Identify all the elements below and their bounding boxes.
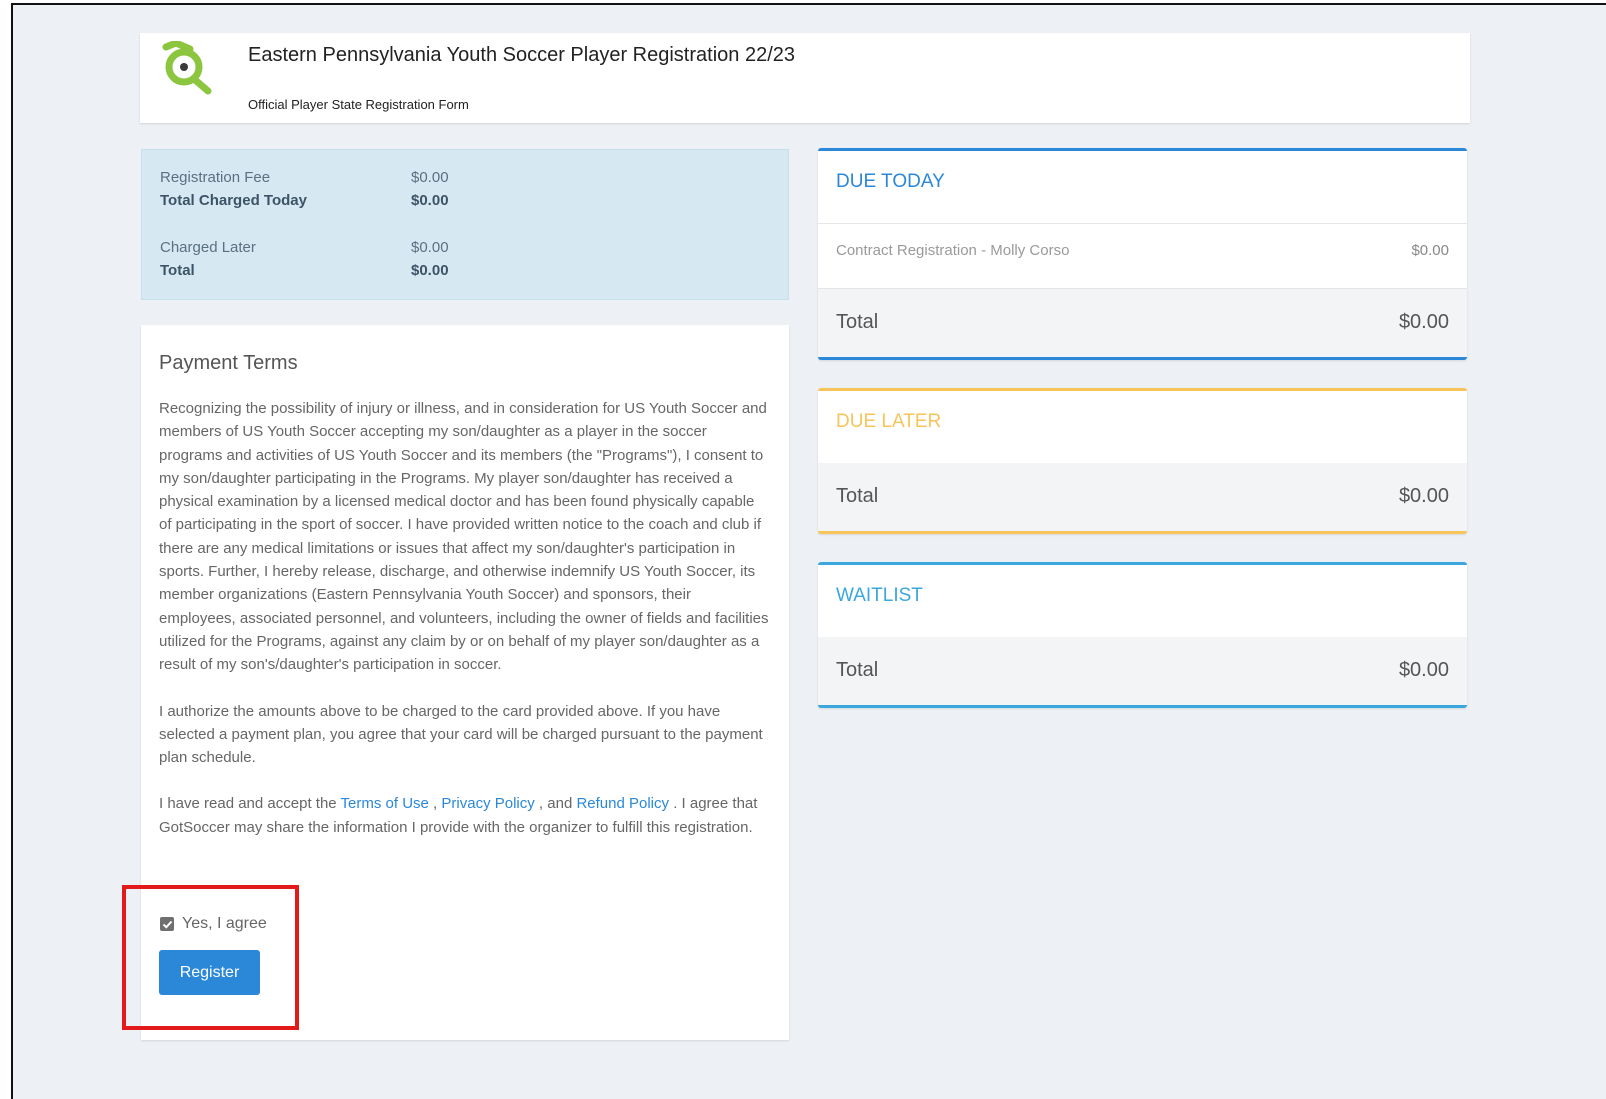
due-today-total-value: $0.00 bbox=[1398, 311, 1449, 333]
waitlist-panel: WAITLIST Total $0.00 bbox=[818, 562, 1467, 708]
payment-terms-title: Payment Terms bbox=[159, 352, 298, 374]
charged-later-value: $0.00 bbox=[411, 239, 449, 256]
summary-total-label: Total bbox=[160, 262, 195, 279]
due-later-header: DUE LATER bbox=[818, 391, 1467, 463]
refund-policy-link[interactable]: Refund Policy bbox=[576, 795, 669, 812]
page-subtitle: Official Player State Registration Form bbox=[248, 97, 469, 112]
terms-of-use-link[interactable]: Terms of Use bbox=[341, 795, 429, 812]
terms-paragraph-waiver: Recognizing the possibility of injury or… bbox=[159, 400, 769, 674]
gotsoccer-logo-icon bbox=[162, 41, 212, 95]
accept-sep1: , bbox=[428, 795, 442, 813]
waitlist-header: WAITLIST bbox=[818, 565, 1467, 637]
registration-fee-row: Registration Fee $0.00 bbox=[160, 169, 760, 191]
due-later-total-value: $0.00 bbox=[1398, 485, 1449, 507]
waitlist-total-label: Total bbox=[836, 659, 879, 681]
registration-fee-value: $0.00 bbox=[411, 169, 449, 186]
charged-later-row: Charged Later $0.00 bbox=[160, 239, 760, 261]
privacy-policy-link[interactable]: Privacy Policy bbox=[441, 795, 534, 812]
due-later-panel: DUE LATER Total $0.00 bbox=[818, 388, 1467, 534]
page-title: Eastern Pennsylvania Youth Soccer Player… bbox=[248, 44, 796, 66]
registration-fee-label: Registration Fee bbox=[160, 169, 271, 186]
annotation-highlight-box bbox=[122, 885, 299, 1030]
due-today-heading: DUE TODAY bbox=[836, 171, 945, 192]
line-item-label: Contract Registration - Molly Corso bbox=[836, 242, 1070, 259]
total-today-value: $0.00 bbox=[411, 192, 449, 209]
due-later-total-label: Total bbox=[836, 485, 879, 507]
due-later-total-row: Total $0.00 bbox=[818, 463, 1467, 531]
payment-terms-body: Recognizing the possibility of injury or… bbox=[159, 397, 771, 862]
total-today-row: Total Charged Today $0.00 bbox=[160, 192, 760, 214]
fee-summary: Registration Fee $0.00 Total Charged Tod… bbox=[141, 149, 789, 300]
waitlist-total-row: Total $0.00 bbox=[818, 637, 1467, 705]
total-today-label: Total Charged Today bbox=[160, 192, 307, 209]
charged-later-label: Charged Later bbox=[160, 239, 256, 256]
waitlist-total-value: $0.00 bbox=[1398, 659, 1449, 681]
due-today-panel: DUE TODAY Contract Registration - Molly … bbox=[818, 148, 1467, 360]
due-today-line-item: Contract Registration - Molly Corso $0.0… bbox=[818, 223, 1467, 288]
waitlist-heading: WAITLIST bbox=[836, 585, 923, 606]
header-card: Eastern Pennsylvania Youth Soccer Player… bbox=[140, 33, 1470, 123]
summary-total-value: $0.00 bbox=[411, 262, 449, 279]
due-today-header: DUE TODAY bbox=[818, 151, 1467, 223]
terms-paragraph-authorize: I authorize the amounts above to be char… bbox=[159, 702, 763, 767]
due-later-heading: DUE LATER bbox=[836, 411, 942, 432]
line-item-value: $0.00 bbox=[1411, 242, 1449, 259]
terms-paragraph-accept: I have read and accept the Terms of Use … bbox=[159, 792, 771, 839]
due-today-total-label: Total bbox=[836, 311, 879, 333]
summary-total-row: Total $0.00 bbox=[160, 262, 760, 284]
due-today-total-row: Total $0.00 bbox=[818, 288, 1467, 357]
accept-prefix: I have read and accept the bbox=[159, 795, 341, 813]
accept-sep2: , and bbox=[534, 795, 577, 813]
